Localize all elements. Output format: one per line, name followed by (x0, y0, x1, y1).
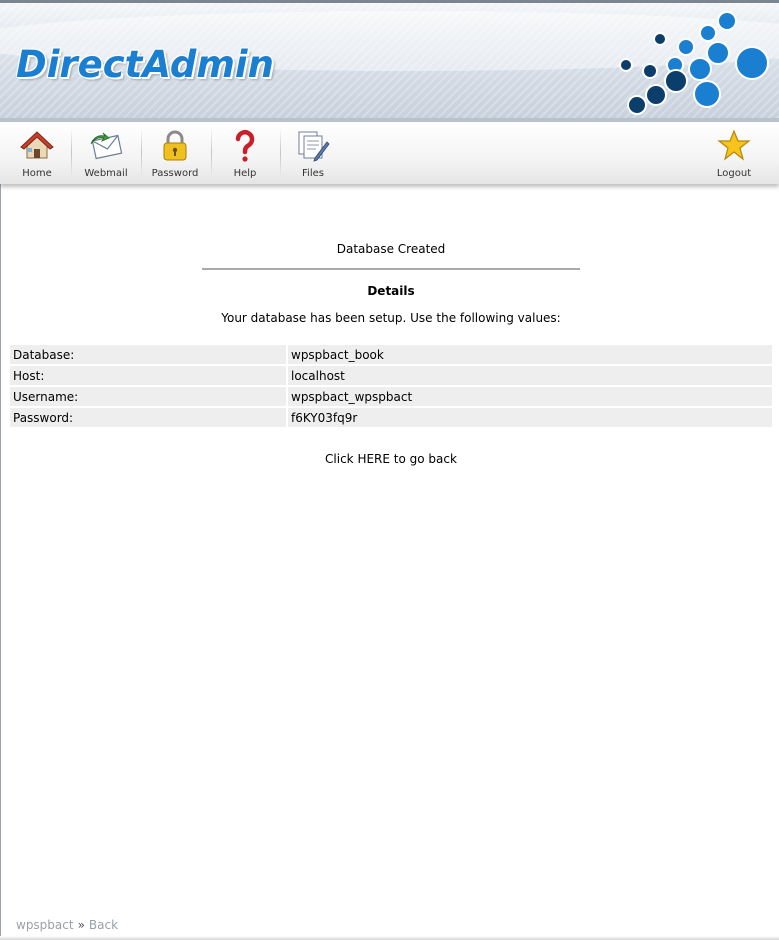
toolbar-files[interactable]: Files (278, 124, 348, 182)
table-row: Password: f6KY03fq9r (10, 408, 772, 427)
toolbar-password[interactable]: Password (140, 124, 210, 182)
page-title: Database Created (336, 242, 446, 256)
row-value-username: wpspbact_wpspbact (288, 387, 772, 406)
breadcrumb-user-link[interactable]: wpspbact (16, 918, 74, 932)
files-icon (298, 131, 330, 162)
home-icon (20, 131, 54, 159)
toolbar-help[interactable]: Help (210, 124, 280, 182)
row-value-host: localhost (288, 366, 772, 385)
table-row: Username: wpspbact_wpspbact (10, 387, 772, 406)
header-banner: DirectAdmin (0, 0, 779, 118)
question-mark-icon (235, 130, 255, 162)
bottom-border (0, 936, 779, 940)
toolbar-webmail[interactable]: Webmail (71, 124, 141, 182)
star-icon (717, 129, 751, 161)
row-key-username: Username: (10, 387, 288, 406)
toolbar-webmail-label: Webmail (84, 168, 128, 179)
table-row: Database: wpspbact_book (10, 345, 772, 364)
row-value-database: wpspbact_book (288, 345, 772, 364)
row-value-password: f6KY03fq9r (288, 408, 772, 427)
toolbar-home-label: Home (22, 168, 52, 179)
row-key-host: Host: (10, 366, 288, 385)
row-key-database: Database: (10, 345, 288, 364)
webmail-icon (90, 132, 123, 160)
details-heading: Details (367, 284, 415, 298)
padlock-icon (163, 130, 187, 161)
toolbar-help-label: Help (233, 168, 257, 179)
details-intro: Your database has been setup. Use the fo… (221, 311, 561, 325)
details-table: Database: wpspbact_book Host: localhost … (10, 343, 772, 429)
toolbar-files-label: Files (302, 168, 324, 179)
row-key-password: Password: (10, 408, 288, 427)
go-back-suffix: to go back (389, 452, 457, 466)
toolbar-password-label: Password (151, 168, 199, 179)
toolbar-home[interactable]: Home (2, 124, 72, 182)
go-back-line: Click HERE to go back (10, 452, 772, 466)
directadmin-logo[interactable]: DirectAdmin (16, 43, 274, 86)
logo-dots-graphic (619, 11, 769, 115)
toolbar-logout[interactable]: Logout (699, 124, 769, 182)
go-back-link[interactable]: HERE (357, 452, 390, 466)
go-back-prefix: Click (325, 452, 358, 466)
breadcrumb-separator: » (77, 918, 85, 932)
breadcrumb-back-link[interactable]: Back (89, 918, 118, 932)
toolbar-logout-label: Logout (716, 168, 752, 179)
table-row: Host: localhost (10, 366, 772, 385)
breadcrumb: wpspbact» Back (16, 918, 118, 932)
main-toolbar: Home Webmail Password Help Files Logout (0, 118, 779, 184)
title-divider (202, 268, 580, 270)
